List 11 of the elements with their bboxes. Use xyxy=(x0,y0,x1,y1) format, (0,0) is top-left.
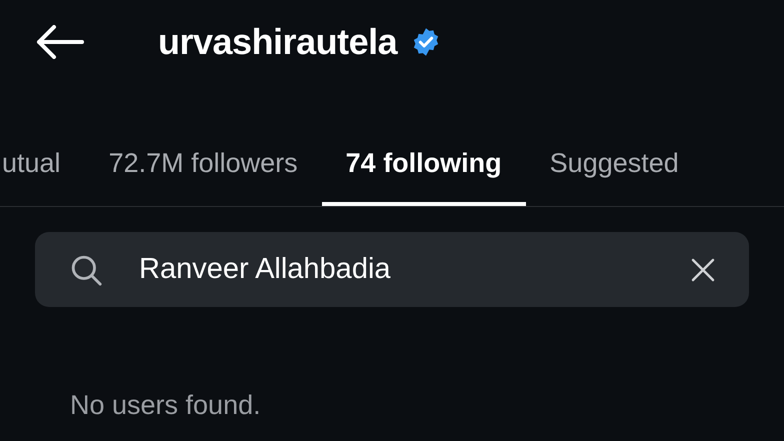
close-icon[interactable] xyxy=(691,258,715,282)
empty-message: No users found. xyxy=(70,389,261,422)
search-field[interactable]: Ranveer Allahbadia xyxy=(35,232,749,307)
back-arrow-icon xyxy=(36,25,84,59)
profile-username: urvashirautela xyxy=(158,20,398,64)
tab[interactable]: utual xyxy=(0,124,85,206)
tab[interactable]: Suggested xyxy=(526,124,703,206)
back-button[interactable] xyxy=(36,22,86,62)
tab[interactable]: 74 following xyxy=(322,124,526,206)
tab[interactable]: 72.7M followers xyxy=(84,124,322,206)
search-text: Ranveer Allahbadia xyxy=(139,252,392,287)
